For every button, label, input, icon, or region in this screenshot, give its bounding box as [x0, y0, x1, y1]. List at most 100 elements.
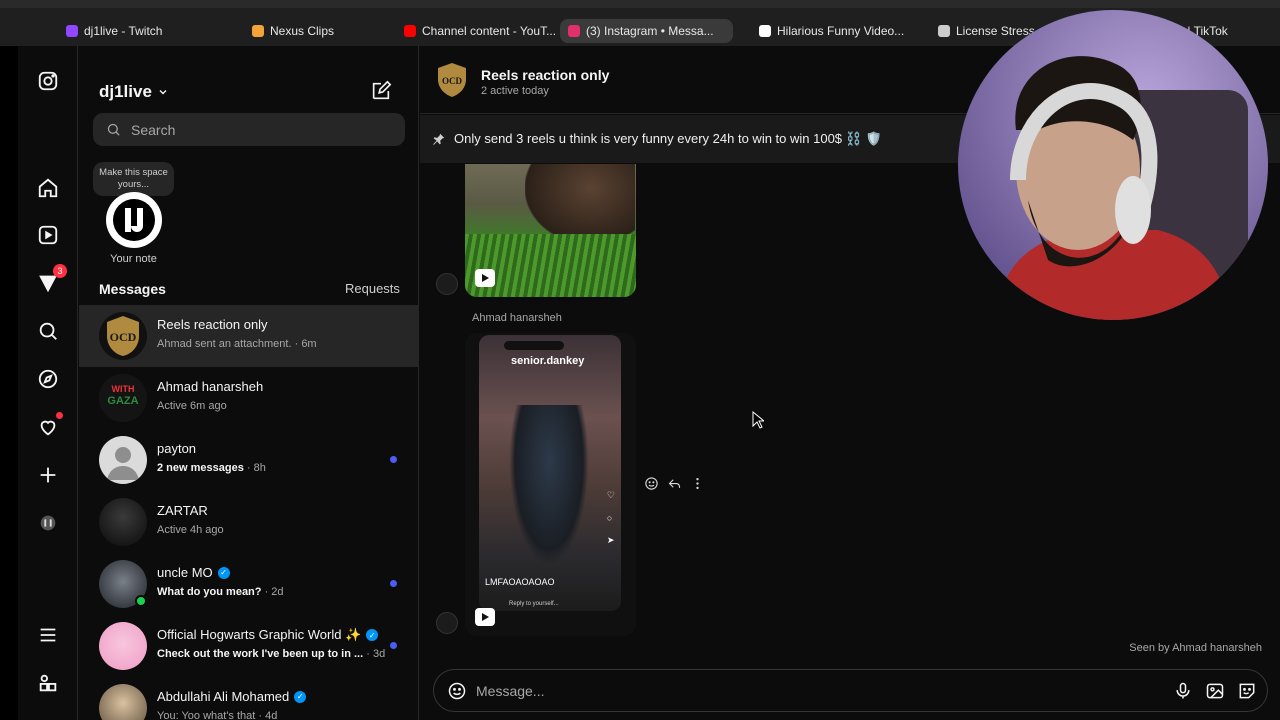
more-apps-icon[interactable] [35, 670, 61, 696]
svg-text:WITH: WITH [112, 384, 135, 394]
your-note-label: Your note [110, 253, 157, 265]
conversation-name: Ahmad hanarsheh [157, 379, 264, 394]
reply-icon[interactable] [667, 476, 682, 491]
conversation-preview: Active 6m ago [157, 400, 227, 412]
message-input[interactable]: Message... [476, 683, 544, 699]
search-input[interactable]: Search [93, 113, 405, 146]
note-bubble[interactable]: Make this space yours... [93, 162, 174, 196]
pinned-message-text: Only send 3 reels u think is very funny … [454, 131, 882, 146]
emoji-icon[interactable] [447, 681, 467, 701]
webcam-overlay [958, 10, 1268, 320]
search-placeholder: Search [131, 121, 176, 138]
conversation-name: uncle MO [157, 565, 213, 580]
webcam-streamer [958, 10, 1268, 320]
avatar: WITH GAZA [99, 374, 147, 422]
avatar [99, 436, 147, 484]
sender-avatar[interactable] [436, 612, 458, 634]
nexus-icon [252, 25, 264, 37]
youtube-icon [404, 25, 416, 37]
image-icon[interactable] [1205, 681, 1225, 701]
search-icon [107, 123, 120, 136]
inbox-panel: dj1live Search Make this space yours... … [79, 46, 419, 720]
reel-username: senior.dankey [511, 355, 585, 367]
reel-person-silhouette [509, 405, 589, 565]
reel-caption: LMFAOAOAOAO [485, 577, 555, 587]
react-emoji-icon[interactable] [644, 476, 659, 491]
group-avatar[interactable]: OCD [436, 62, 468, 98]
sticker-icon[interactable] [1237, 681, 1257, 701]
explore-icon[interactable] [35, 366, 61, 392]
tab-twitch[interactable]: dj1live - Twitch [58, 19, 208, 43]
your-note-avatar[interactable] [106, 192, 162, 248]
conversation-name: Reels reaction only [157, 317, 268, 332]
create-plus-icon[interactable] [35, 462, 61, 488]
conversation-preview: What do you mean? [157, 586, 262, 598]
reel-side-actions: ♡ ○ ➤ [607, 490, 615, 546]
verified-badge-icon: ✓ [217, 566, 230, 579]
reels-icon[interactable] [35, 222, 61, 248]
instagram-tab-icon [568, 25, 580, 37]
pin-icon [433, 133, 445, 145]
instagram-logo-icon[interactable] [35, 68, 61, 94]
message-composer[interactable]: Message... [433, 669, 1268, 712]
reel-comment-icon: ○ [606, 513, 613, 523]
compose-icon[interactable] [370, 80, 392, 102]
avatar [99, 622, 147, 670]
conversation-item[interactable]: uncle MO ✓ What do you mean? · 2d [79, 553, 418, 615]
conversation-item[interactable]: Official Hogwarts Graphic World ✨ ✓ Check… [79, 615, 418, 677]
conversation-preview: Active 4h ago [157, 524, 224, 536]
notifications-heart-icon[interactable] [35, 412, 63, 440]
conversation-time: 3d [372, 648, 386, 660]
tab-nexus-clips[interactable]: Nexus Clips [244, 19, 384, 43]
conversation-item[interactable]: OCD Reels reaction only Ahmad sent an at… [79, 305, 418, 367]
avatar [99, 498, 147, 546]
conversation-name: ZARTAR [157, 503, 208, 518]
sender-avatar[interactable] [436, 273, 458, 295]
seen-status: Seen by Ahmad hanarsheh [1129, 642, 1262, 654]
sender-name: Ahmad hanarsheh [472, 312, 562, 324]
messenger-icon[interactable]: 3 [35, 264, 67, 296]
chat-title[interactable]: Reels reaction only [481, 67, 609, 83]
home-icon[interactable] [35, 175, 61, 201]
reel-attachment[interactable] [465, 164, 636, 297]
twitch-icon [66, 25, 78, 37]
verified-badge-icon: ✓ [366, 629, 379, 641]
dj-logo-icon [113, 199, 155, 241]
microphone-icon[interactable] [1173, 681, 1193, 701]
tab-instagram[interactable]: (3) Instagram • Messa... [560, 19, 733, 43]
reel-share-icon: ➤ [606, 535, 615, 545]
profile-avatar-icon[interactable] [35, 510, 61, 536]
conversation-item[interactable]: WITH GAZA Ahmad hanarsheh Active 6m ago [79, 367, 418, 429]
conversation-preview: 2 new messages [157, 462, 244, 474]
conversation-item[interactable]: ZARTAR Active 4h ago [79, 491, 418, 553]
conversation-item[interactable]: payton 2 new messages · 8h [79, 429, 418, 491]
conversation-item[interactable]: Abdullahi Ali Mohamed ✓ You: Yoo what's t… [79, 677, 418, 720]
search-icon[interactable] [35, 318, 61, 344]
more-options-icon[interactable] [690, 476, 705, 491]
svg-text:OCD: OCD [110, 330, 137, 344]
reel-video-frame: senior.dankey LMFAOAOAOAO ♡ ○ ➤ Reply to… [479, 335, 621, 611]
reel-thumbnail-animal [525, 164, 635, 244]
tab-youtube[interactable]: Channel content - YouT... [396, 19, 556, 43]
requests-link[interactable]: Requests [345, 281, 400, 296]
messages-heading: Messages [99, 281, 166, 297]
svg-text:OCD: OCD [442, 76, 463, 86]
conversation-preview: Check out the work I've been up to in ..… [157, 648, 364, 660]
conversation-preview: Ahmad sent an attachment. [157, 338, 292, 350]
conversation-name: Official Hogwarts Graphic World ✨ [157, 627, 362, 642]
unread-dot [390, 642, 397, 649]
reel-play-icon [475, 269, 495, 287]
message-hover-actions [644, 476, 705, 491]
tiktok-icon [759, 25, 771, 37]
conversation-time: 2d [271, 586, 284, 598]
notification-badge: 3 [53, 264, 67, 278]
tab-tiktok-video[interactable]: Hilarious Funny Video... [751, 19, 911, 43]
account-switcher[interactable]: dj1live [99, 82, 168, 102]
reel-attachment[interactable]: senior.dankey LMFAOAOAOAO ♡ ○ ➤ Reply to… [465, 333, 636, 636]
avatar [99, 684, 147, 720]
conversation-time: 6m [301, 338, 317, 350]
menu-icon[interactable] [35, 622, 61, 648]
conversation-time: 4d [265, 710, 278, 720]
reel-play-icon [475, 608, 495, 626]
phone-notch [504, 341, 564, 350]
